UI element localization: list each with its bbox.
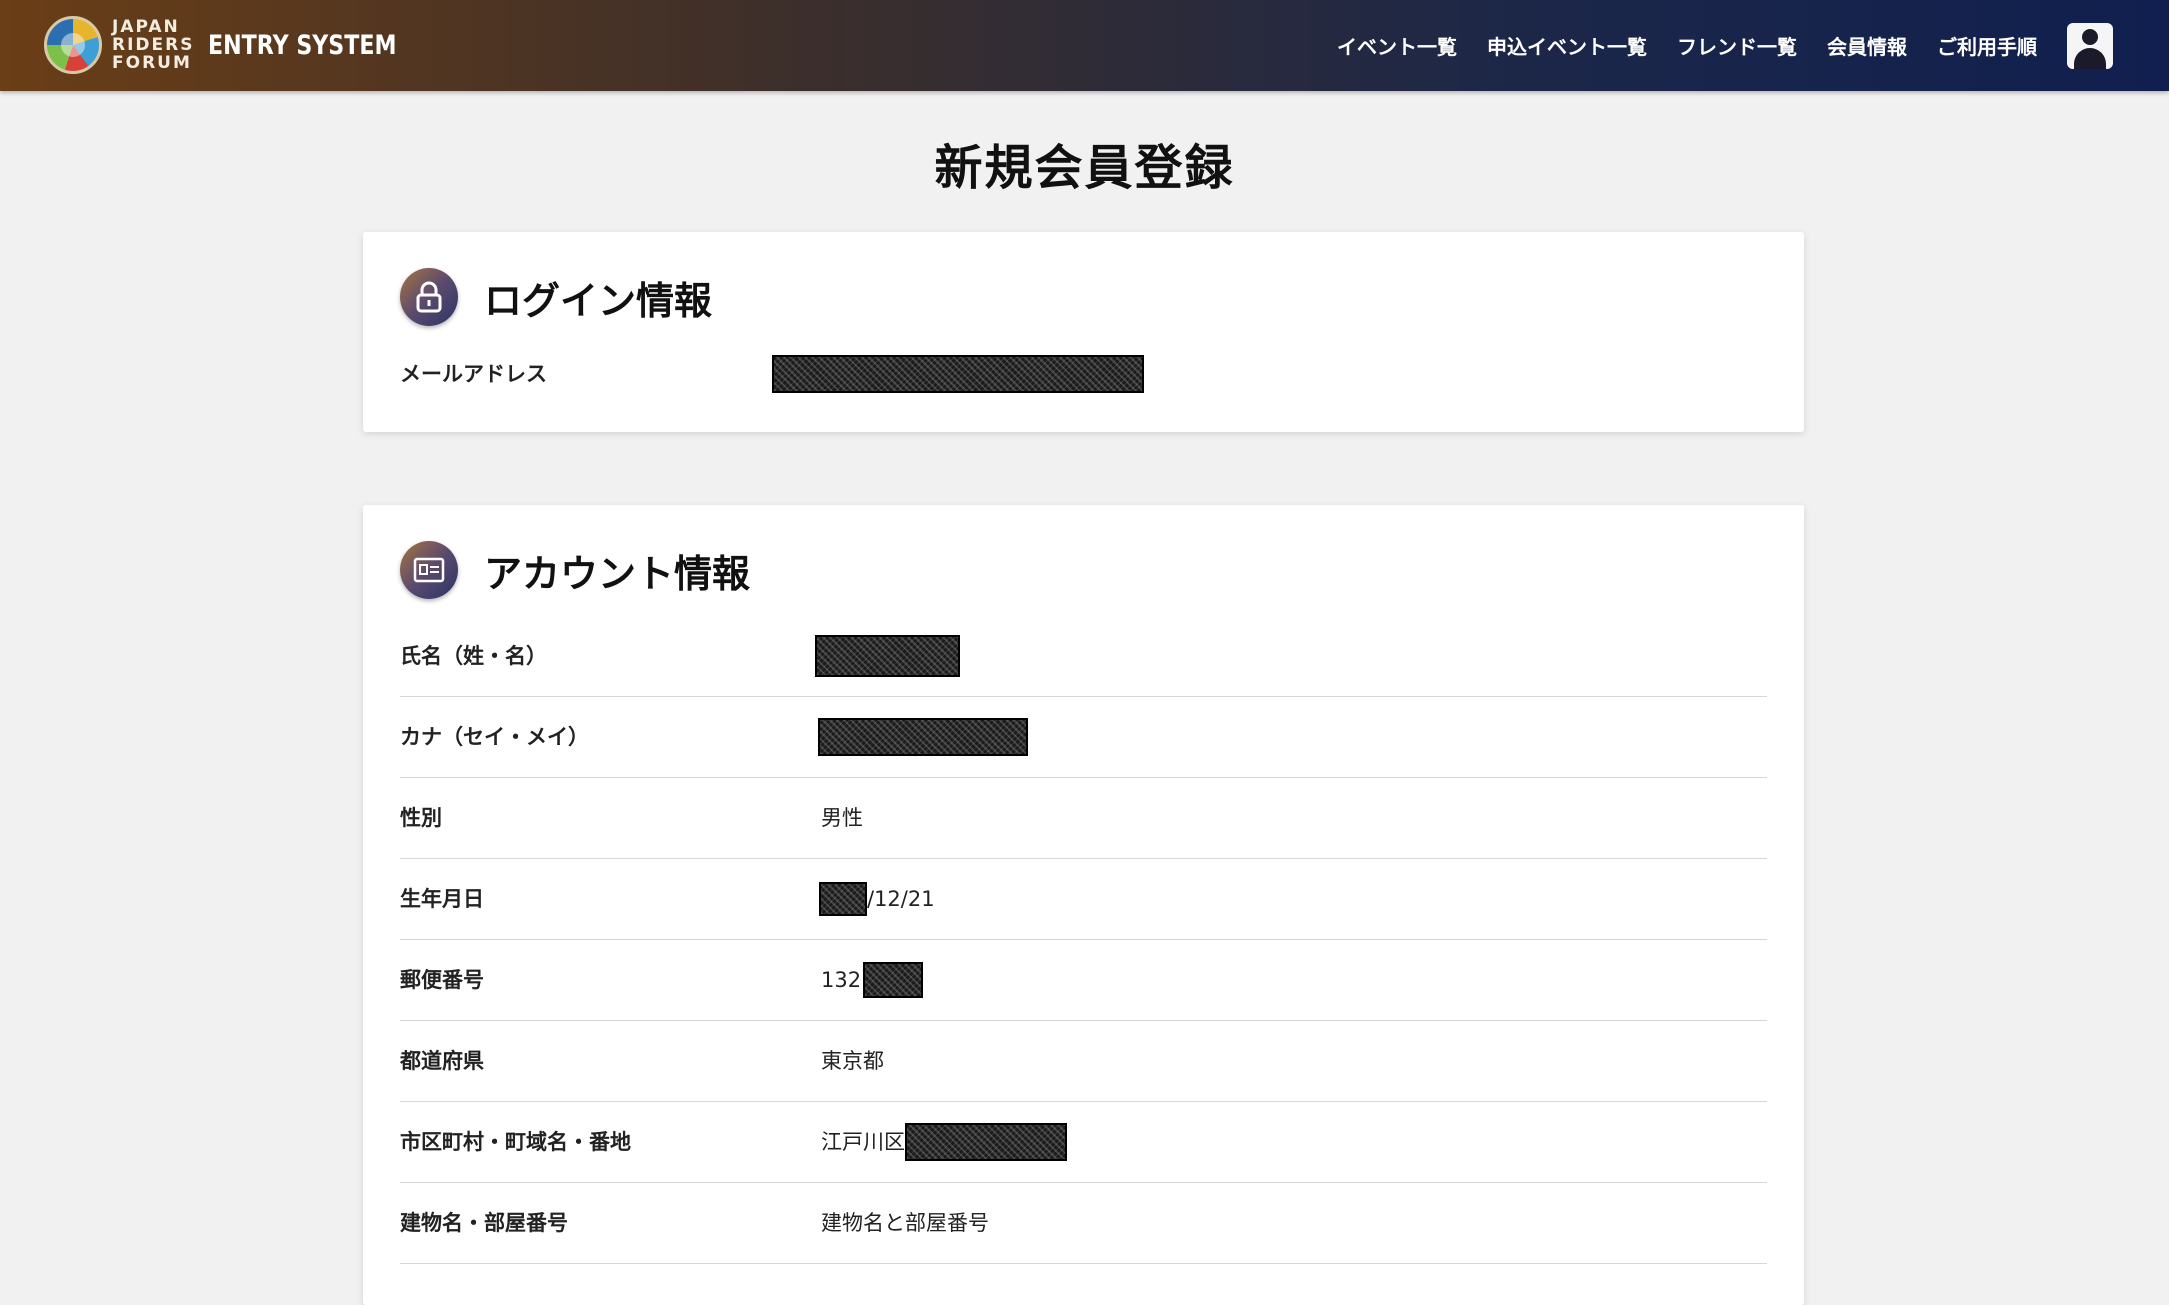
logo-line-2: RIDERS — [112, 35, 195, 55]
gender-label: 性別 — [400, 806, 442, 830]
city-redacted — [905, 1123, 1067, 1161]
prefecture-value: 東京都 — [821, 1049, 884, 1073]
site-logo[interactable]: JAPAN RIDERS FORUM ENTRY SYSTEM — [44, 14, 438, 76]
nav-friend-list[interactable]: フレンド一覧 — [1677, 31, 1797, 60]
nav-event-list[interactable]: イベント一覧 — [1337, 31, 1457, 60]
account-card-title: アカウント情報 — [484, 551, 751, 596]
nav-usage-guide[interactable]: ご利用手順 — [1937, 31, 2037, 60]
login-card-header: ログイン情報 — [400, 268, 712, 326]
logo-line-3: FORUM — [112, 53, 192, 73]
kana-value — [818, 697, 1028, 777]
account-card-header: アカウント情報 — [400, 541, 750, 599]
postal-value: 132 — [821, 940, 924, 1020]
birthdate-suffix: /12/21 — [867, 887, 935, 911]
email-value — [772, 334, 1144, 414]
city-value: 江戸川区 — [821, 1102, 1067, 1182]
building-row: 建物名・部屋番号 建物名と部屋番号 — [400, 1183, 1767, 1264]
birth-year-redacted — [819, 882, 867, 916]
postal-redacted — [863, 962, 924, 998]
main-nav: イベント一覧 申込イベント一覧 フレンド一覧 会員情報 ご利用手順 — [1307, 0, 2113, 91]
city-prefix: 江戸川区 — [821, 1130, 905, 1154]
kana-redacted — [818, 718, 1028, 756]
nav-member-info[interactable]: 会員情報 — [1827, 31, 1907, 60]
login-info-card: ログイン情報 メールアドレス — [363, 232, 1804, 432]
prefecture-label: 都道府県 — [400, 1049, 484, 1073]
prefecture-row: 都道府県 東京都 — [400, 1021, 1767, 1102]
id-card-icon — [400, 541, 458, 599]
email-row: メールアドレス — [400, 334, 1767, 414]
postal-prefix: 132 — [821, 968, 862, 992]
logo-wordmark: JAPAN RIDERS FORUM — [112, 18, 194, 72]
kana-label: カナ（セイ・メイ） — [400, 725, 589, 749]
building-value: 建物名と部屋番号 — [821, 1211, 989, 1235]
account-info-card: アカウント情報 氏名（姓・名） カナ（セイ・メイ） 性別 男性 生年月日 /12… — [363, 505, 1804, 1305]
top-header: JAPAN RIDERS FORUM ENTRY SYSTEM イベント一覧 申… — [0, 0, 2169, 91]
kana-row: カナ（セイ・メイ） — [400, 697, 1767, 778]
birthdate-label: 生年月日 — [400, 887, 484, 911]
birthdate-row: 生年月日 /12/21 — [400, 859, 1767, 940]
city-row: 市区町村・町域名・番地 江戸川区 — [400, 1102, 1767, 1183]
lock-icon — [400, 268, 458, 326]
gender-value: 男性 — [821, 806, 863, 830]
postal-row: 郵便番号 132 — [400, 940, 1767, 1021]
postal-label: 郵便番号 — [400, 968, 484, 992]
nav-applied-events[interactable]: 申込イベント一覧 — [1487, 31, 1647, 60]
name-value — [815, 616, 960, 696]
name-label: 氏名（姓・名） — [400, 644, 547, 668]
logo-emblem-icon — [44, 16, 102, 74]
login-card-title: ログイン情報 — [484, 278, 713, 323]
logo-entry-system: ENTRY SYSTEM — [208, 29, 398, 61]
logo-line-1: JAPAN — [112, 17, 180, 37]
email-redacted — [772, 355, 1144, 393]
user-avatar-icon[interactable] — [2067, 22, 2113, 69]
name-row: 氏名（姓・名） — [400, 616, 1767, 697]
building-label: 建物名・部屋番号 — [400, 1211, 568, 1235]
birthdate-value: /12/21 — [819, 859, 935, 939]
city-label: 市区町村・町域名・番地 — [400, 1130, 631, 1154]
gender-row: 性別 男性 — [400, 778, 1767, 859]
name-redacted — [815, 635, 960, 677]
page-title: 新規会員登録 — [934, 140, 1235, 196]
email-label: メールアドレス — [400, 362, 547, 386]
